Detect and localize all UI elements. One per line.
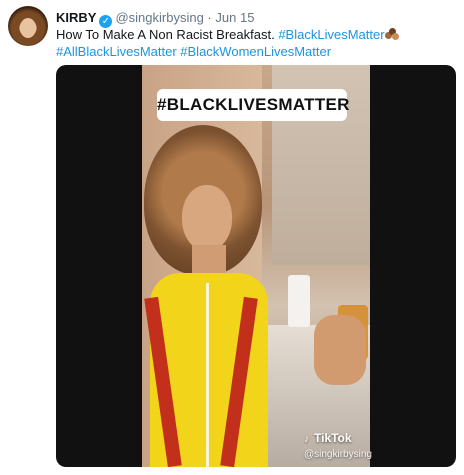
video-caption-overlay: #BLACKLIVESMATTER (157, 89, 349, 121)
video-person-arm (314, 315, 366, 385)
video-person-face (182, 185, 232, 251)
avatar[interactable] (8, 6, 48, 46)
separator-dot: · (207, 10, 212, 25)
author-name[interactable]: KIRBY (56, 10, 96, 25)
tweet-text-plain: How To Make A Non Racist Breakfast. (56, 27, 275, 42)
hashtag-blackwomenlivesmatter[interactable]: #BlackWomenLivesMatter (180, 44, 331, 59)
author-handle[interactable]: @singkirbysing (115, 10, 203, 25)
tweet-text: How To Make A Non Racist Breakfast. #Bla… (56, 26, 456, 60)
video-dress-zipper (206, 283, 209, 467)
tiktok-watermark: ♪ TikTok @singkirbysing (304, 432, 372, 461)
tweet-video[interactable]: #BLACKLIVESMATTER ♪ TikTok @singkirbysing (56, 65, 456, 467)
avatar-face (20, 18, 36, 38)
tweet: KIRBY ✓ @singkirbysing · Jun 15 How To Mak… (0, 0, 464, 475)
tiktok-note-icon: ♪ (304, 434, 309, 445)
tiktok-brand: TikTok (314, 431, 352, 445)
hashtag-blacklivesmatter[interactable]: #BlackLivesMatter (278, 27, 384, 42)
tiktok-username: @singkirbysing (304, 449, 372, 460)
video-frame (142, 65, 370, 467)
tweet-date[interactable]: Jun 15 (215, 10, 254, 25)
three-circles-emoji-icon (384, 28, 399, 40)
video-paper-towel (288, 275, 310, 327)
hashtag-allblacklivesmatter[interactable]: #AllBlackLivesMatter (56, 44, 177, 59)
